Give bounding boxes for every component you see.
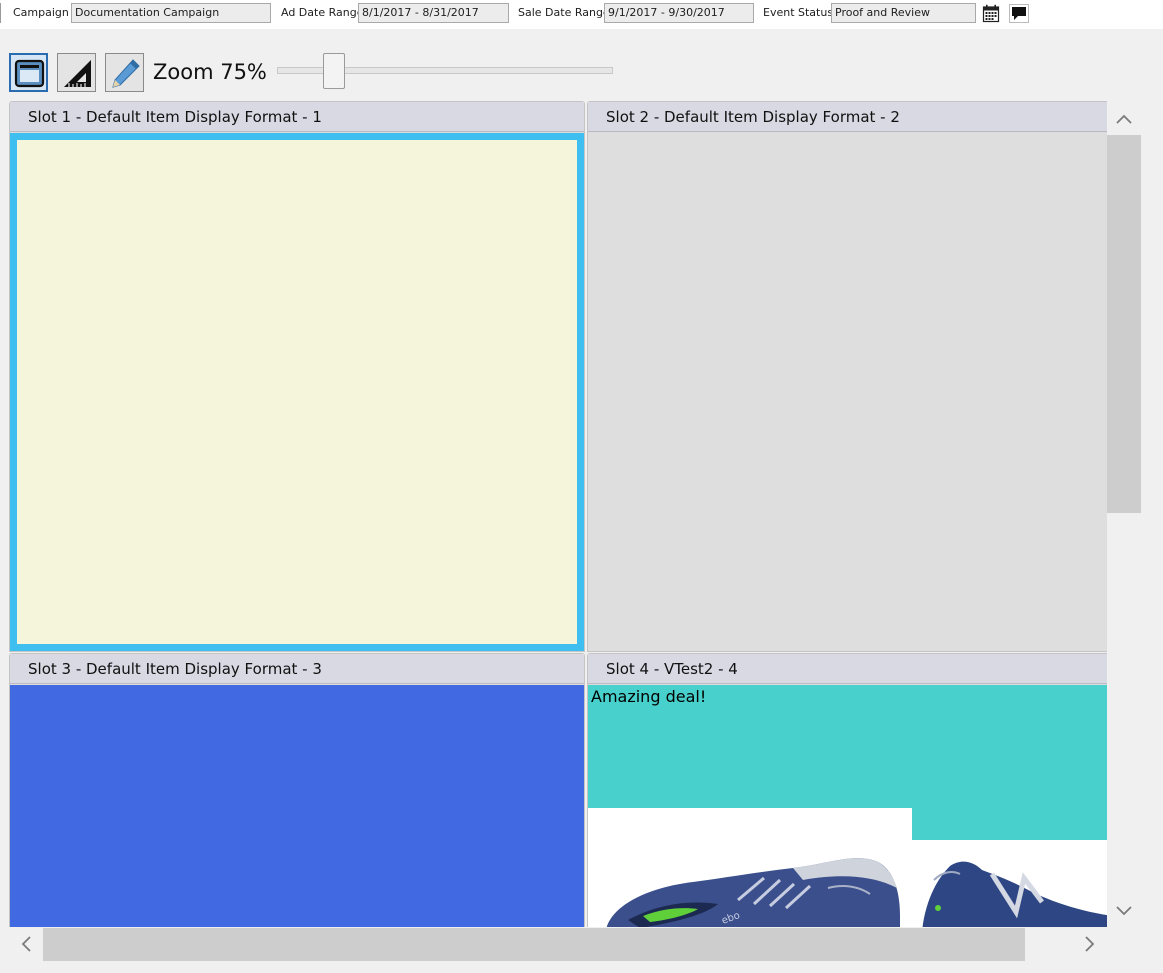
slot-title: Slot 1 - Default Item Display Format - 1 bbox=[10, 102, 584, 132]
slot-2[interactable]: Slot 2 - Default Item Display Format - 2 bbox=[587, 101, 1107, 652]
calendar-icon[interactable] bbox=[982, 4, 1000, 23]
measure-tool-button[interactable] bbox=[57, 53, 96, 92]
event-status-label: Event Status bbox=[763, 6, 834, 19]
running-shoe-image bbox=[912, 840, 1107, 927]
slot-content[interactable]: Amazing deal! ebo bbox=[588, 685, 1107, 927]
slot-1[interactable]: Slot 1 - Default Item Display Format - 1 bbox=[9, 101, 585, 652]
scroll-up-arrow-icon[interactable] bbox=[1107, 104, 1141, 134]
campaign-label: Campaign bbox=[13, 6, 69, 19]
slot-content[interactable] bbox=[10, 685, 584, 927]
bar-edge-divider bbox=[0, 3, 1, 23]
slot-title: Slot 4 - VTest2 - 4 bbox=[588, 654, 1107, 684]
zoom-slider-thumb[interactable] bbox=[323, 53, 345, 89]
slots-canvas: Slot 1 - Default Item Display Format - 1… bbox=[9, 101, 1107, 927]
slot-3[interactable]: Slot 3 - Default Item Display Format - 3 bbox=[9, 653, 585, 927]
slot-4[interactable]: Slot 4 - VTest2 - 4 Amazing deal! ebo bbox=[587, 653, 1107, 927]
event-status-field[interactable]: Proof and Review bbox=[831, 3, 976, 23]
edit-button[interactable] bbox=[105, 53, 144, 92]
sale-date-range-field[interactable]: 9/1/2017 - 9/30/2017 bbox=[604, 3, 754, 23]
ad-date-range-label: Ad Date Range bbox=[281, 6, 364, 19]
slot-content[interactable] bbox=[588, 133, 1107, 651]
campaign-field[interactable]: Documentation Campaign bbox=[71, 3, 271, 23]
zoom-label: Zoom 75% bbox=[153, 60, 267, 84]
scroll-down-arrow-icon[interactable] bbox=[1107, 896, 1141, 926]
ad-date-range-field[interactable]: 8/1/2017 - 8/31/2017 bbox=[358, 3, 509, 23]
sale-date-range-label: Sale Date Range bbox=[518, 6, 610, 19]
promo-text: Amazing deal! bbox=[591, 687, 707, 706]
layout-view-button[interactable] bbox=[9, 53, 48, 92]
scroll-left-arrow-icon[interactable] bbox=[9, 929, 43, 959]
vertical-scrollbar[interactable] bbox=[1107, 101, 1141, 927]
slot-content-selected[interactable] bbox=[10, 133, 584, 651]
comment-icon[interactable] bbox=[1009, 4, 1029, 23]
event-info-bar: Campaign Documentation Campaign Ad Date … bbox=[0, 0, 1163, 29]
scroll-right-arrow-icon[interactable] bbox=[1073, 929, 1107, 959]
running-shoe-image: ebo bbox=[588, 808, 912, 927]
slot-title: Slot 3 - Default Item Display Format - 3 bbox=[10, 654, 584, 684]
horizontal-scroll-thumb[interactable] bbox=[43, 928, 1025, 961]
vertical-scroll-thumb[interactable] bbox=[1107, 135, 1141, 513]
horizontal-scrollbar[interactable] bbox=[9, 927, 1107, 961]
slot-title: Slot 2 - Default Item Display Format - 2 bbox=[588, 102, 1107, 132]
